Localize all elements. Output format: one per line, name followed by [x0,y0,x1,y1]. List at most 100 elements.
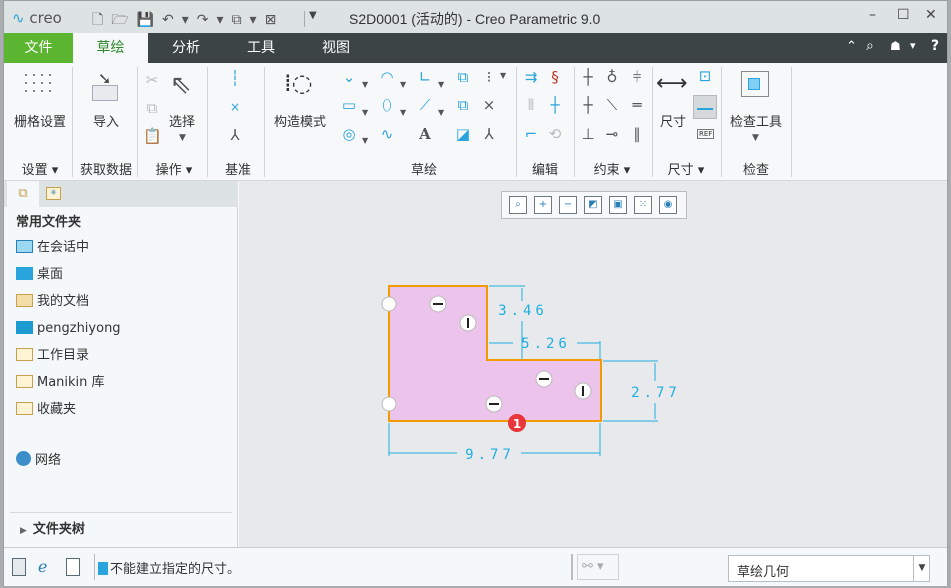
dropdown-icons[interactable]: ▼▼ [400,71,406,127]
parallel-constraint-icon[interactable]: ∥ [628,125,646,143]
spline-icon[interactable]: ∿ [378,125,396,143]
centerline-icon[interactable]: ┆ [226,69,244,87]
grid-settings-button[interactable]: 栅格设置 [9,111,71,130]
perimeter-icon[interactable]: ⊡ [696,67,714,85]
paste-icon[interactable]: 📋 [143,127,161,145]
construction-line-icon[interactable]: ⁝ [480,68,498,86]
perpendicular-constraint-icon[interactable]: ⊥ [579,125,597,143]
folder-working-directory[interactable]: 工作目录 [16,346,89,366]
corner-icon[interactable]: ⌐ [522,125,540,143]
group-constrain-menu[interactable]: 约束 ▾ [574,159,650,178]
construction-mode-button[interactable]: 构造模式 [267,111,333,130]
symmetric-constraint-icon[interactable]: ⫩ [628,68,646,86]
inspect-tool-button[interactable]: 检查工具 [724,111,788,130]
folder-user[interactable]: pengzhiyong [16,319,121,339]
horizontal-constraint-icon[interactable]: ┼ [579,96,597,114]
divider [72,67,73,177]
favorites-tab[interactable]: ✳ [46,187,61,200]
navigator-toggle-icon[interactable] [12,558,26,576]
minimize-button[interactable]: – [869,7,876,23]
chamfer-icon[interactable]: ⟋ [416,96,434,114]
fullscreen-icon[interactable] [66,558,80,576]
reference-dimension-button[interactable]: REF [697,129,714,139]
group-operations-menu[interactable]: 操作 ▾ [140,159,208,178]
search-icon[interactable]: ⌕ [866,38,874,54]
dropdown-icons[interactable]: ▼▼ [438,71,444,127]
construction-csys-icon[interactable]: ⅄ [480,125,498,143]
dropdown-icon[interactable]: ▼ [500,71,506,80]
collapse-ribbon-icon[interactable]: ⌃ [846,39,857,54]
status-message: 不能建立指定的尺寸。 [98,558,240,577]
quick-access-toolbar[interactable]: 🗋🗁💾↶▾↷▾⧉▾⊠ [92,9,284,33]
desktop-icon [16,267,33,280]
coordinate-system-icon[interactable]: ⅄ [226,126,244,144]
rectangle-icon[interactable]: ▭ [340,96,358,114]
tab-file[interactable]: 文件 [4,33,73,63]
coincident-constraint-icon[interactable]: ⟍ [603,96,621,114]
folder-my-documents[interactable]: 我的文档 [16,292,89,312]
construction-point-icon[interactable]: × [480,96,498,114]
dimension-5-26[interactable]: 5.26 [521,336,571,352]
arc-icon[interactable]: ◠ [378,68,396,86]
folder-network[interactable]: 网络 [16,451,61,471]
close-button[interactable]: ✕ [925,7,937,23]
group-dimension-menu[interactable]: 尺寸 ▾ [652,159,720,178]
divider [94,554,95,580]
browser-toggle-icon[interactable]: ℯ [38,557,47,576]
ellipse-icon[interactable]: ⬯ [378,96,396,114]
folder-desktop[interactable]: 桌面 [16,265,63,285]
text-icon[interactable]: A [416,125,434,143]
fillet-icon[interactable]: ∟ [416,68,434,86]
tab-sketch[interactable]: 草绘 [73,33,148,63]
dimension-9-77[interactable]: 9.77 [465,447,515,463]
circle-icon[interactable]: ◎ [340,125,358,143]
folder-favorites[interactable]: 收藏夹 [16,400,76,420]
cut-icon[interactable]: ✂ [143,71,161,89]
divider [10,512,232,513]
divide-icon[interactable]: ┼ [546,96,564,114]
inspect-dropdown-icon[interactable]: ▼ [752,133,759,143]
dimension-3-46[interactable]: 3.46 [498,303,548,319]
selection-filter-select[interactable]: 草绘几何 ▼ [728,555,930,582]
chevron-down-icon[interactable]: ▼ [913,556,930,581]
dimension-2-77[interactable]: 2.77 [631,385,681,401]
offset-icon[interactable]: ⧉ [454,68,472,86]
equal-constraint-icon[interactable]: ═ [628,96,646,114]
folder-browser-tab[interactable]: ⧉ [7,181,39,207]
vertical-constraint-icon[interactable]: ┼ [579,68,597,86]
tab-analysis[interactable]: 分析 [151,33,221,63]
folder-in-session[interactable]: 在会话中 [16,238,89,258]
delete-segment-icon[interactable]: § [546,68,564,86]
baseline-button[interactable] [693,95,717,119]
tab-tools[interactable]: 工具 [226,33,296,63]
select-cursor-icon: ⇖ [170,71,188,99]
thicken-icon[interactable]: ⧉ [454,96,472,114]
dropdown-icons[interactable]: ▼▼▼ [362,71,368,155]
rotate-resize-icon[interactable]: ⟲ [546,125,564,143]
group-setup-menu[interactable]: 设置 ▾ [9,159,71,178]
dimension-button[interactable]: 尺寸 [654,111,692,130]
tangent-constraint-icon[interactable]: ♁ [603,68,621,86]
modify-icon[interactable]: ⇉ [522,68,540,86]
midpoint-constraint-icon[interactable]: ⊸ [603,125,621,143]
copy-icon[interactable]: ⧉ [143,99,161,117]
help-icon[interactable]: ? [931,38,939,54]
graphics-area[interactable]: ⌕+−◩▣⁙◉ 3.46 5.26 2.77 9.77 [239,181,947,547]
learning-icon[interactable]: ☗ [890,39,901,53]
find-button[interactable]: ⚯ ▾ [577,554,619,580]
maximize-button[interactable]: ☐ [897,7,910,23]
divider [304,11,305,27]
import-button[interactable]: 导入 [76,111,136,130]
select-button[interactable]: 选择 [164,111,200,130]
select-dropdown-icon[interactable]: ▼ [179,133,186,143]
folder-tree-toggle[interactable]: ▶文件夹树 [20,520,85,540]
customize-qat-icon[interactable]: ▼ [309,10,317,21]
point-icon[interactable]: × [226,98,244,116]
line-icon[interactable]: ⌄ [340,68,358,86]
learning-dropdown-icon[interactable]: ▾ [910,39,916,52]
tab-view[interactable]: 视图 [301,33,371,63]
palette-icon[interactable]: ◪ [454,125,472,143]
mirror-icon[interactable]: ⫴ [522,96,540,114]
dimension-icon: ⟷ [656,71,688,96]
folder-manikin-library[interactable]: Manikin 库 [16,373,105,393]
